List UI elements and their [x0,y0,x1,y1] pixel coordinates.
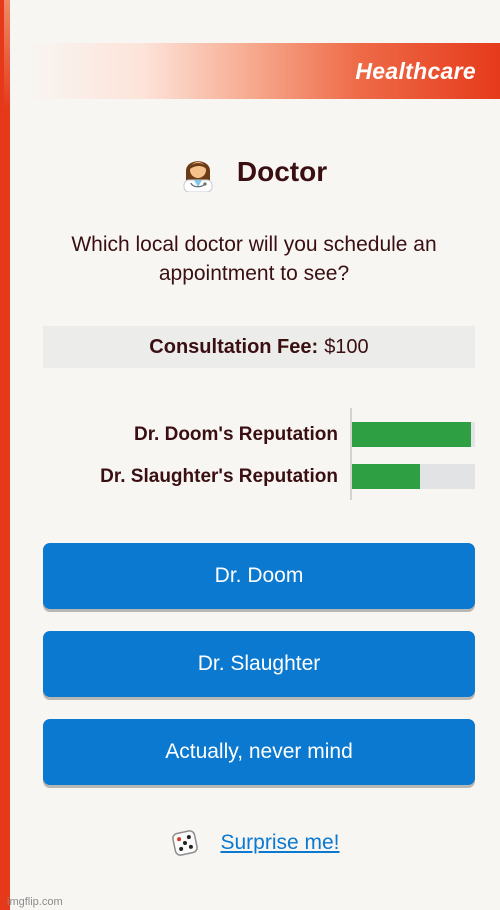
reputation-bar [352,464,475,489]
title-row: Doctor [4,150,500,194]
category-banner: Healthcare [24,43,500,99]
choice-never-mind-button[interactable]: Actually, never mind [43,719,475,785]
choice-dr-doom-button[interactable]: Dr. Doom [43,543,475,609]
event-card: Healthcare Doctor Which local doctor wil… [0,0,500,910]
choice-dr-slaughter-button[interactable]: Dr. Slaughter [43,631,475,697]
dice-icon [172,830,199,856]
event-title: Doctor [236,156,328,187]
event-question: Which local doctor will you schedule an … [71,233,437,285]
reputation-label: Dr. Slaughter's Reputation [100,466,338,487]
imgflip-watermark: imgflip.com [7,896,63,908]
reputation-bar-fill [352,464,420,489]
reputation-bar [352,422,475,447]
reputation-row: Dr. Slaughter's Reputation [4,464,500,490]
category-label: Healthcare [355,58,476,84]
doctor-emoji-icon [183,161,213,192]
reputation-label: Dr. Doom's Reputation [133,424,338,445]
reputation-bar-fill [352,422,472,447]
reputation-meters: Dr. Doom's Reputation Dr. Slaughter's Re… [4,408,500,500]
reputation-row: Dr. Doom's Reputation [4,422,500,448]
fee-value: $100 [324,335,369,358]
consultation-fee-box: Consultation Fee: $100 [43,326,475,368]
fee-label: Consultation Fee: [149,335,319,358]
surprise-me-link[interactable]: Surprise me! [220,831,339,855]
surprise-me-row: Surprise me! [4,822,500,864]
